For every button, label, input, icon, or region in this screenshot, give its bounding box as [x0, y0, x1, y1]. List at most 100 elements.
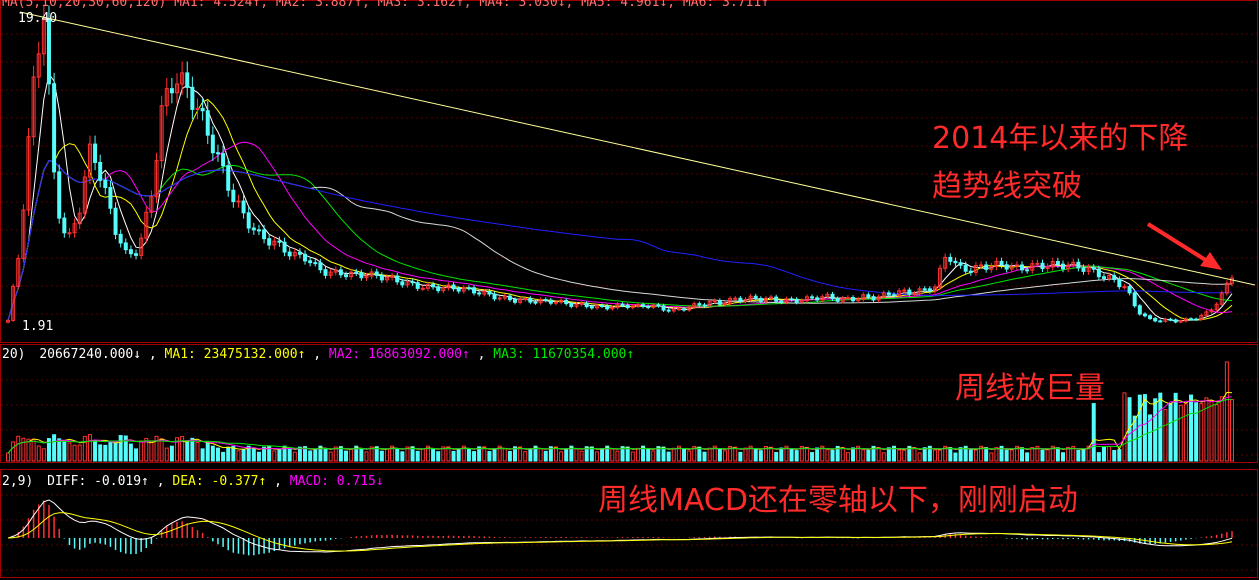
candle-body — [830, 293, 835, 300]
candle-body — [1025, 269, 1030, 272]
volume-bar — [456, 448, 461, 462]
volume-bar — [272, 450, 277, 462]
candle-body — [1004, 264, 1009, 270]
candle-body — [308, 260, 313, 264]
candle-body — [123, 242, 128, 251]
candle-body — [810, 296, 815, 299]
vol-ma2: MA2: 16863092.000↑ — [329, 347, 470, 362]
volume-bar — [1224, 361, 1229, 462]
volume-bar — [328, 451, 333, 462]
volume-bar — [1030, 447, 1035, 462]
volume-bar — [241, 448, 246, 462]
candle-body — [661, 305, 666, 311]
volume-bar — [118, 435, 123, 462]
volume-bar — [1040, 449, 1045, 462]
volume-bar — [134, 448, 139, 462]
volume-bar — [743, 447, 748, 462]
volume-bar — [149, 440, 154, 462]
candle-body — [948, 256, 953, 262]
volume-bar — [256, 451, 261, 462]
candle-body — [338, 269, 343, 276]
vol-ma1: MA1: 23475132.000↑ — [165, 347, 306, 362]
volume-bar — [559, 451, 564, 462]
candle-body — [241, 200, 246, 214]
volume-bar — [98, 444, 103, 462]
candle-body — [927, 288, 932, 292]
volume-bar — [543, 450, 548, 462]
candle-body — [548, 299, 553, 304]
candle-body — [584, 302, 589, 308]
candle-body — [200, 107, 205, 112]
volume-bar — [994, 447, 999, 462]
candle-body — [1035, 262, 1040, 265]
candle-body — [1076, 261, 1081, 269]
volume-bar — [1189, 394, 1194, 462]
arrow-annotation — [1146, 222, 1222, 270]
volume-bar — [958, 447, 963, 462]
candle-body — [215, 152, 220, 155]
candle-body — [354, 271, 359, 274]
candle-body — [953, 260, 958, 264]
candle-body — [717, 300, 722, 305]
volume-bar — [41, 448, 46, 462]
candle-body — [262, 229, 267, 240]
volume-bar — [36, 445, 41, 462]
candlesticks — [6, 5, 1234, 324]
candle-body — [1122, 286, 1127, 289]
candle-body — [676, 308, 681, 311]
price-low-label: 1.91 — [22, 319, 53, 334]
candle-body — [589, 306, 594, 309]
candle-body — [912, 293, 917, 296]
volume-bar — [861, 449, 866, 462]
candle-body — [922, 288, 927, 291]
volume-bar — [932, 449, 937, 462]
volume-bar — [794, 450, 799, 462]
volume-bar — [487, 451, 492, 462]
candle-body — [236, 200, 241, 203]
volume-bar — [968, 449, 973, 462]
volume-bar — [195, 441, 200, 462]
volume-bar — [922, 447, 927, 462]
volume-bar — [851, 447, 856, 462]
volume-bar — [1209, 400, 1214, 462]
volume-bar — [810, 452, 815, 462]
volume-bar — [984, 447, 989, 462]
volume-bar — [93, 440, 98, 462]
candle-body — [1127, 286, 1132, 294]
volume-bar — [11, 441, 16, 462]
volume-bar — [651, 450, 656, 462]
volume-bar — [415, 450, 420, 462]
candle-body — [569, 303, 574, 307]
candle-body — [625, 304, 630, 309]
candle-body — [902, 289, 907, 292]
volume-bar — [774, 451, 779, 462]
candle-body — [451, 284, 456, 290]
volume-bar — [1199, 403, 1204, 462]
candle-body — [1148, 315, 1153, 319]
vol-ma3: MA3: 11670354.000↑ — [493, 347, 634, 362]
macd-dea: DEA: -0.377↑ — [172, 474, 266, 489]
volume-bar — [1178, 404, 1183, 462]
candle-body — [712, 300, 717, 303]
volume-bar — [210, 445, 215, 462]
candle-body — [415, 282, 420, 289]
candle-body — [185, 72, 190, 88]
volume-bar — [845, 452, 850, 462]
candle-body — [246, 212, 251, 229]
candle-body — [472, 287, 477, 294]
volume-bar — [1091, 403, 1096, 462]
volume-bar — [221, 451, 226, 462]
annotation-macd: 周线MACD还在零轴以下，刚刚启动 — [598, 483, 1078, 518]
candle-body — [564, 299, 569, 305]
macd-prefix: 2,9) — [2, 474, 33, 489]
volume-bar — [72, 444, 77, 462]
volume-bar — [313, 448, 318, 462]
candle-body — [733, 297, 738, 300]
volume-bar — [169, 445, 174, 462]
candle-body — [1137, 305, 1142, 315]
candle-body — [891, 294, 896, 297]
volume-header: 20) 20667240.000↓ , MA1: 23475132.000↑ ,… — [2, 347, 634, 362]
volume-bar — [1096, 452, 1101, 462]
volume-bar — [702, 451, 707, 462]
candle-body — [190, 86, 195, 110]
